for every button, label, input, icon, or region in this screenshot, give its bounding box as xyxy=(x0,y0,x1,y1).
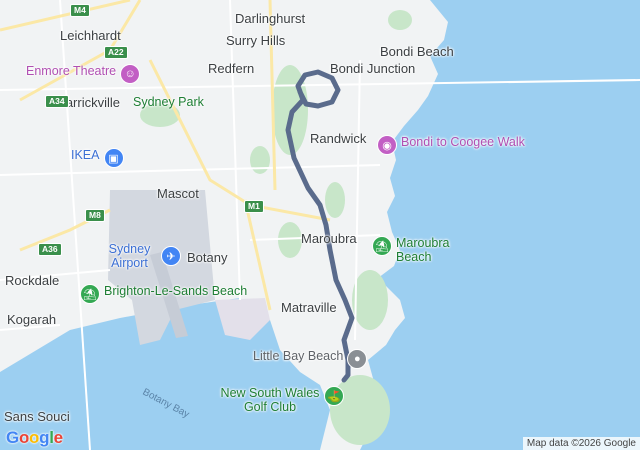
poi-maroubra-beach[interactable]: ⛱ Maroubra Beach xyxy=(372,236,451,264)
suburb-label-rockdale: Rockdale xyxy=(5,273,60,288)
suburb-label-bondi-beach: Bondi Beach xyxy=(380,44,454,59)
suburb-label-sans-souci: Sans Souci xyxy=(4,409,70,424)
shopping-bag-icon: ▣ xyxy=(103,148,124,168)
suburb-label-botany: Botany xyxy=(187,250,228,265)
poi-new-south-wales-golf-club[interactable]: ⛳ New South Wales Golf Club xyxy=(220,386,344,414)
google-logo-text: Google xyxy=(6,428,63,447)
poi-little-bay-beach[interactable]: ● Little Bay Beach xyxy=(253,349,368,369)
road-shield-a22: A22 xyxy=(104,46,128,59)
suburb-label-matraville: Matraville xyxy=(281,300,337,315)
poi-label: New South Wales Golf Club xyxy=(220,386,320,414)
poi-bondi-to-coogee-walk[interactable]: ◉ Bondi to Coogee Walk xyxy=(377,135,525,155)
poi-label: Brighton-Le-Sands Beach xyxy=(104,284,248,298)
location-icon: ● xyxy=(347,349,368,369)
poi-enmore-theatre[interactable]: ☺ Enmore Theatre xyxy=(26,64,141,84)
poi-label: Enmore Theatre xyxy=(26,64,117,78)
suburb-label-bondi-junction: Bondi Junction xyxy=(330,61,416,76)
poi-label: IKEA xyxy=(71,148,100,162)
theatre-icon: ☺ xyxy=(120,64,141,84)
road-shield-m1: M1 xyxy=(244,200,264,213)
suburb-label-kogarah: Kogarah xyxy=(7,312,57,327)
suburb-label-leichhardt: Leichhardt xyxy=(60,28,121,43)
poi-label: Sydney Park xyxy=(133,95,204,109)
suburb-label-surry-hills: Surry Hills xyxy=(226,33,286,48)
poi-label: Little Bay Beach xyxy=(253,349,344,363)
road-shield-m4: M4 xyxy=(70,4,90,17)
beach-icon: ⛱ xyxy=(80,284,100,304)
road-shield-a34: A34 xyxy=(45,95,69,108)
poi-sydney-park[interactable]: Sydney Park xyxy=(133,95,204,109)
poi-label: Maroubra Beach xyxy=(396,236,450,264)
golf-icon: ⛳ xyxy=(324,386,344,406)
poi-label: Sydney Airport xyxy=(108,242,151,270)
map-canvas[interactable]: Darlinghurst Leichhardt Surry Hills Bond… xyxy=(0,0,640,450)
road-shield-m8: M8 xyxy=(85,209,105,222)
beach-icon: ⛱ xyxy=(372,236,392,256)
poi-brighton-le-sands-beach[interactable]: ⛱ Brighton-Le-Sands Beach xyxy=(80,284,254,304)
poi-sydney-airport[interactable]: ✈ Sydney Airport xyxy=(102,242,181,270)
suburb-label-darlinghurst: Darlinghurst xyxy=(235,11,306,26)
suburb-label-mascot: Mascot xyxy=(157,186,199,201)
suburb-label-redfern: Redfern xyxy=(208,61,255,76)
map-attribution[interactable]: Map data ©2026 Google xyxy=(522,437,640,450)
camera-icon: ◉ xyxy=(377,135,397,155)
suburb-label-randwick: Randwick xyxy=(310,131,367,146)
airplane-icon: ✈ xyxy=(161,246,181,266)
poi-ikea[interactable]: ▣ IKEA xyxy=(71,148,124,168)
poi-label: Bondi to Coogee Walk xyxy=(401,135,525,149)
google-logo[interactable]: Google xyxy=(6,428,63,448)
road-shield-a36: A36 xyxy=(38,243,62,256)
suburb-label-maroubra: Maroubra xyxy=(301,231,357,246)
